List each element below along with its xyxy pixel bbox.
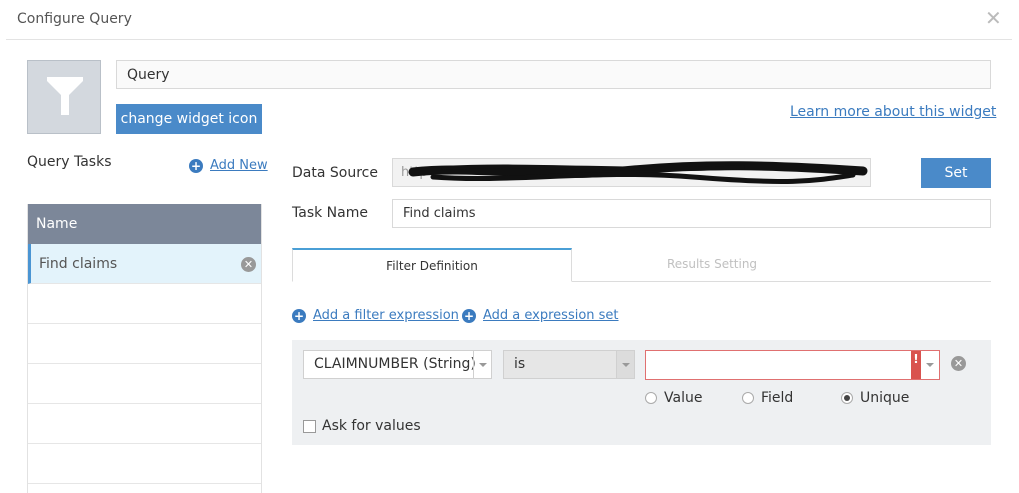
field-select[interactable]: CLAIMNUMBER (String) bbox=[303, 350, 492, 379]
radio-field[interactable]: Field bbox=[742, 390, 793, 406]
task-table: Name Find claims ✕ bbox=[27, 204, 262, 493]
plus-circle-icon: + bbox=[292, 308, 306, 323]
operator-select-value: is bbox=[514, 356, 526, 372]
task-row-empty bbox=[28, 364, 261, 404]
title-divider bbox=[6, 39, 1012, 40]
change-widget-icon-button[interactable]: change widget icon bbox=[116, 104, 262, 134]
task-row-empty bbox=[28, 284, 261, 324]
radio-circle[interactable] bbox=[742, 392, 754, 404]
ask-for-values-label: Ask for values bbox=[322, 418, 421, 434]
remove-task-icon[interactable]: ✕ bbox=[241, 257, 256, 272]
filter-expression-panel: CLAIMNUMBER (String) is ! ✕ Value Field … bbox=[292, 340, 991, 445]
task-row-empty bbox=[28, 444, 261, 484]
radio-value[interactable]: Value bbox=[645, 390, 702, 406]
error-icon: ! bbox=[911, 351, 921, 379]
data-source-label: Data Source bbox=[292, 165, 378, 181]
add-new-label: Add New bbox=[210, 158, 268, 173]
field-select-value: CLAIMNUMBER (String) bbox=[314, 356, 476, 372]
operator-select[interactable]: is bbox=[503, 350, 635, 379]
chevron-down-icon[interactable] bbox=[921, 351, 939, 379]
remove-filter-icon[interactable]: ✕ bbox=[951, 356, 966, 371]
radio-unique[interactable]: Unique bbox=[841, 390, 909, 406]
add-expression-set-label: Add a expression set bbox=[483, 308, 619, 323]
plus-circle-icon: + bbox=[189, 158, 203, 173]
query-tasks-label: Query Tasks bbox=[27, 154, 112, 170]
dialog-title: Configure Query bbox=[17, 11, 132, 27]
chevron-down-icon[interactable] bbox=[473, 351, 491, 378]
task-name-label: Task Name bbox=[292, 205, 368, 221]
task-row-label: Find claims bbox=[39, 256, 118, 272]
widget-name-input[interactable] bbox=[116, 60, 991, 89]
radio-unique-label: Unique bbox=[860, 390, 910, 406]
add-new-task-link[interactable]: + Add New bbox=[189, 158, 268, 173]
radio-circle[interactable] bbox=[841, 392, 853, 404]
add-expression-set-link[interactable]: + Add a expression set bbox=[462, 308, 619, 323]
radio-field-label: Field bbox=[761, 390, 794, 406]
funnel-icon bbox=[47, 77, 83, 115]
chevron-down-icon[interactable] bbox=[616, 351, 634, 378]
data-source-field[interactable]: http bbox=[392, 158, 871, 187]
task-row[interactable]: Find claims ✕ bbox=[28, 244, 261, 284]
task-table-header: Name bbox=[28, 204, 261, 244]
close-icon[interactable]: ✕ bbox=[985, 8, 1002, 28]
widget-icon-preview bbox=[27, 60, 101, 134]
plus-circle-icon: + bbox=[462, 308, 476, 323]
task-name-input[interactable] bbox=[392, 199, 991, 228]
task-row-empty bbox=[28, 324, 261, 364]
add-filter-expression-link[interactable]: + Add a filter expression bbox=[292, 308, 459, 323]
ask-for-values-checkbox[interactable]: Ask for values bbox=[303, 418, 421, 434]
tab-filter-definition[interactable]: Filter Definition bbox=[292, 248, 572, 282]
radio-value-label: Value bbox=[664, 390, 703, 406]
checkbox-box[interactable] bbox=[303, 419, 316, 433]
radio-circle[interactable] bbox=[645, 392, 657, 404]
task-row-empty bbox=[28, 404, 261, 444]
tab-results-setting[interactable]: Results Setting bbox=[572, 248, 852, 282]
set-button[interactable]: Set bbox=[921, 158, 991, 188]
learn-more-link[interactable]: Learn more about this widget bbox=[790, 104, 996, 120]
redaction-scribble bbox=[408, 161, 868, 184]
add-filter-expression-label: Add a filter expression bbox=[313, 308, 459, 323]
filter-value-input[interactable]: ! bbox=[645, 350, 940, 380]
